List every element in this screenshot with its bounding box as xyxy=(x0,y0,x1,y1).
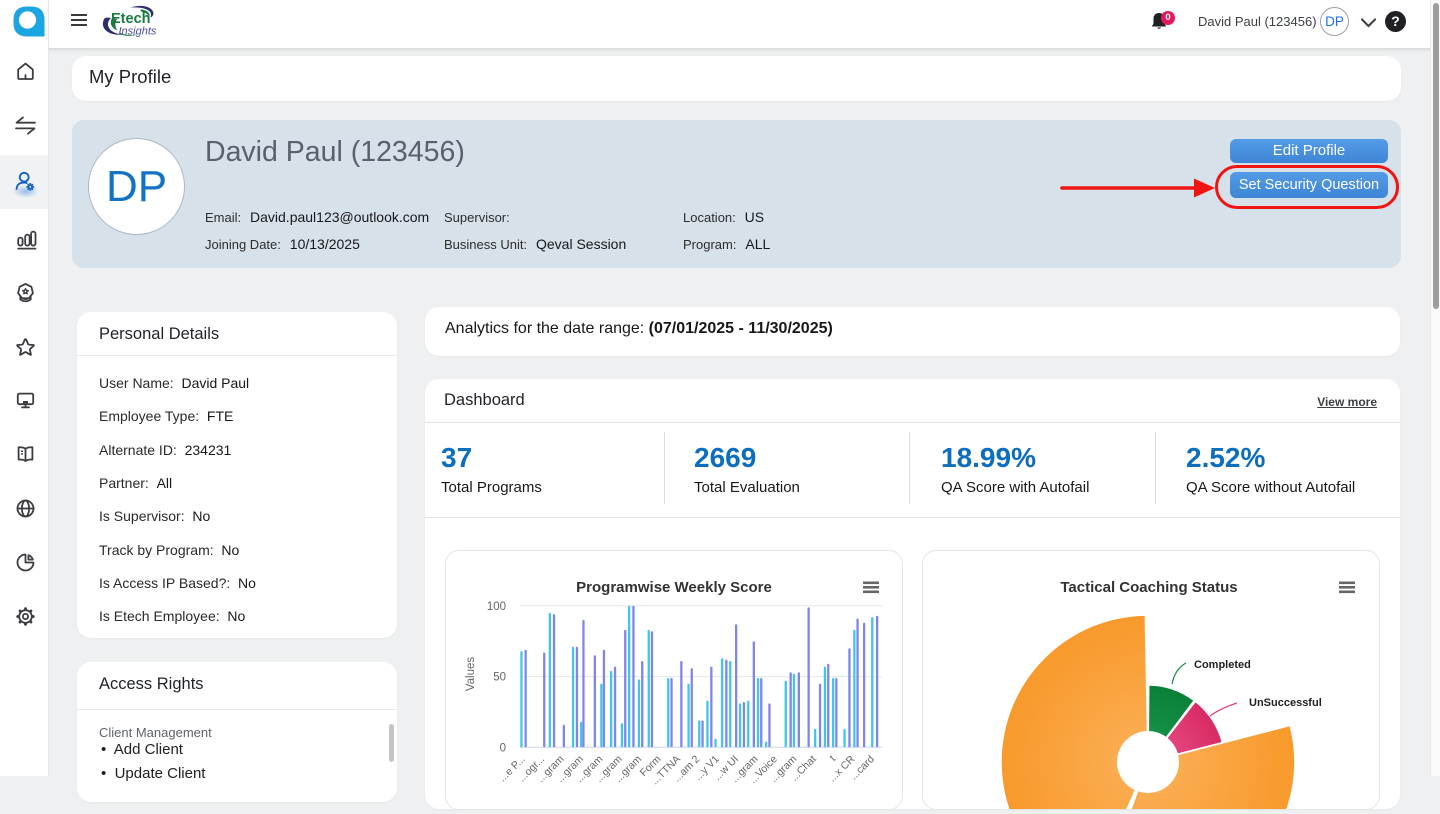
svg-text:100: 100 xyxy=(487,601,506,613)
svg-text:50: 50 xyxy=(493,672,506,684)
svg-text:0: 0 xyxy=(500,742,506,754)
svg-text:Insights: Insights xyxy=(119,26,157,38)
svg-text:Programwise Weekly Score: Programwise Weekly Score xyxy=(576,579,772,596)
svg-text:UnSuccessful: UnSuccessful xyxy=(1249,697,1322,709)
svg-text:Completed: Completed xyxy=(1194,659,1251,671)
svg-text:Values: Values xyxy=(465,657,477,692)
svg-text:Tactical Coaching Status: Tactical Coaching Status xyxy=(1060,579,1237,596)
svg-text:t: t xyxy=(828,753,839,764)
